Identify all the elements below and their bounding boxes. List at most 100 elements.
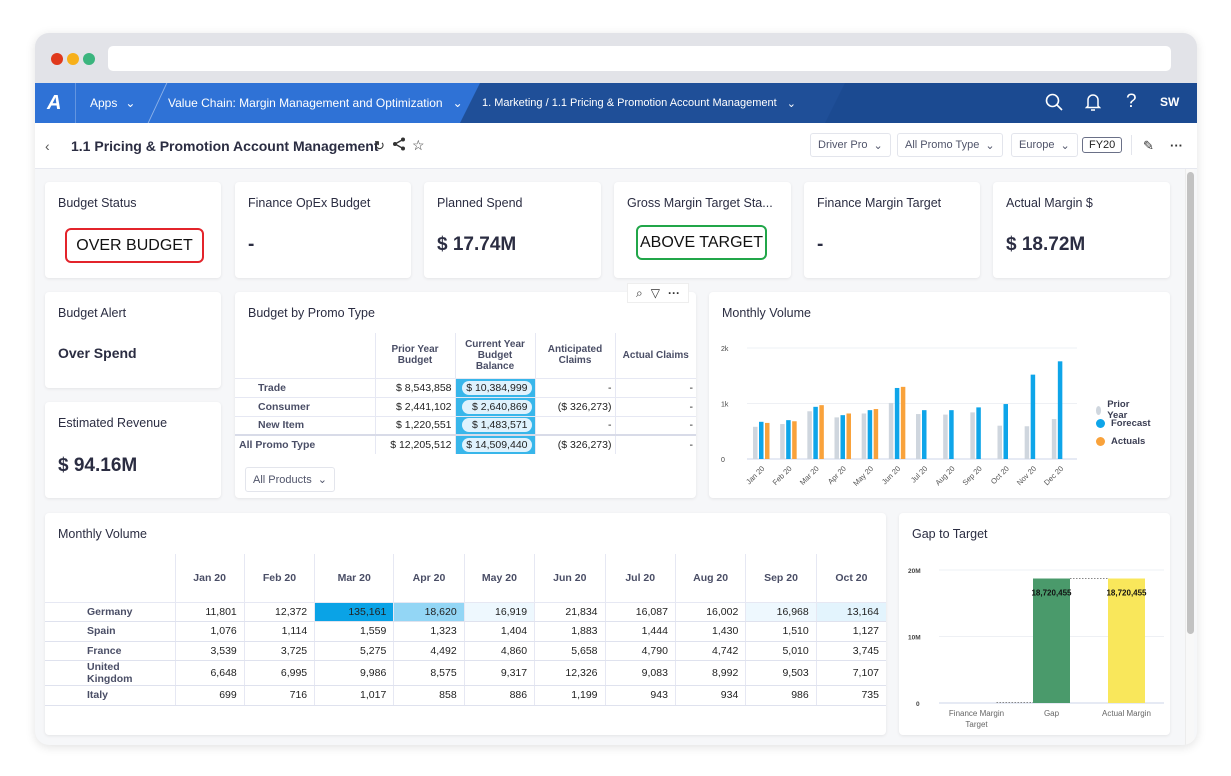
table-cell[interactable]: 4,790 xyxy=(604,641,676,661)
table-cell[interactable]: 1,430 xyxy=(674,621,746,642)
table-cell[interactable]: 7,107 xyxy=(815,660,886,686)
apps-menu[interactable]: Apps ⌄ xyxy=(90,83,135,123)
table-cell[interactable]: 1,883 xyxy=(534,621,606,642)
bar-actuals xyxy=(792,421,797,459)
table-cell[interactable]: 9,317 xyxy=(463,660,535,686)
more-options-icon[interactable]: ··· xyxy=(668,286,680,300)
bar-forecast xyxy=(786,420,791,459)
table-cell[interactable]: 9,986 xyxy=(314,660,394,686)
table-cell[interactable]: 9,503 xyxy=(745,660,817,686)
table-cell[interactable]: 16,087 xyxy=(604,602,676,622)
close-window-dot[interactable] xyxy=(51,53,63,65)
month-column-header[interactable]: Jul 20 xyxy=(604,554,676,603)
month-column-header[interactable]: Jun 20 xyxy=(534,554,606,603)
table-cell[interactable]: 6,648 xyxy=(174,660,245,686)
breadcrumb-value-chain[interactable]: Value Chain: Margin Management and Optim… xyxy=(168,83,463,123)
legend-item[interactable]: Forecast xyxy=(1096,418,1151,429)
filter-driver[interactable]: Driver Pro ⌄ xyxy=(810,133,891,157)
filter-region[interactable]: Europe ⌄ xyxy=(1011,133,1078,157)
table-cell[interactable]: 5,658 xyxy=(534,641,606,661)
table-cell[interactable]: 716 xyxy=(243,685,315,706)
month-column-header[interactable]: Oct 20 xyxy=(815,554,886,603)
table-cell[interactable]: 1,076 xyxy=(174,621,245,642)
bar-forecast xyxy=(1057,361,1063,459)
table-cell[interactable]: 1,559 xyxy=(314,621,394,642)
table-cell[interactable]: 6,995 xyxy=(243,660,315,686)
table-cell[interactable]: 16,002 xyxy=(674,602,746,622)
table-cell[interactable]: 12,326 xyxy=(534,660,606,686)
edit-icon[interactable]: ✎ xyxy=(1143,138,1154,154)
anaplan-logo-icon[interactable]: A xyxy=(47,83,61,123)
bar-forecast xyxy=(922,410,927,459)
month-column-header[interactable]: Aug 20 xyxy=(674,554,746,603)
table-cell[interactable]: 3,539 xyxy=(174,641,245,661)
table-cell[interactable]: 699 xyxy=(174,685,245,706)
bell-icon[interactable] xyxy=(1084,93,1102,116)
table-cell[interactable]: 9,083 xyxy=(604,660,676,686)
table-cell[interactable]: 11,801 xyxy=(174,602,245,622)
filter-icon[interactable]: ▽ xyxy=(651,286,660,300)
country-label: United Kingdom xyxy=(45,660,175,686)
back-icon[interactable]: ‹ xyxy=(45,138,50,154)
table-cell[interactable]: 8,575 xyxy=(393,660,465,686)
table-cell[interactable]: 3,725 xyxy=(243,641,315,661)
products-filter[interactable]: All Products ⌄ xyxy=(245,467,335,492)
fiscal-year-selector[interactable]: FY20 xyxy=(1082,137,1123,153)
table-cell[interactable]: 13,164 xyxy=(815,602,886,622)
table-cell[interactable]: 1,127 xyxy=(815,621,886,642)
star-icon[interactable]: ☆ xyxy=(412,137,425,154)
search-icon[interactable] xyxy=(1045,93,1063,116)
table-cell[interactable]: 18,620 xyxy=(393,602,465,622)
refresh-icon[interactable]: ↻ xyxy=(374,138,385,154)
table-cell[interactable]: 735 xyxy=(815,685,886,706)
table-cell[interactable]: 3,745 xyxy=(815,641,886,661)
table-cell[interactable]: 12,372 xyxy=(243,602,315,622)
table-cell[interactable]: 1,017 xyxy=(314,685,394,706)
table-cell[interactable]: 934 xyxy=(674,685,746,706)
address-bar[interactable] xyxy=(108,46,1171,71)
month-column-header[interactable]: Apr 20 xyxy=(393,554,465,603)
table-cell[interactable]: 4,860 xyxy=(463,641,535,661)
table-cell[interactable]: 21,834 xyxy=(534,602,606,622)
table-cell[interactable]: 135,161 xyxy=(314,602,394,622)
month-column-header[interactable]: May 20 xyxy=(463,554,535,603)
search-icon[interactable]: ⌕ xyxy=(636,286,643,301)
table-cell[interactable]: 858 xyxy=(393,685,465,706)
table-cell[interactable]: 1,510 xyxy=(745,621,817,642)
table-cell[interactable]: 943 xyxy=(604,685,676,706)
table-cell[interactable]: 5,010 xyxy=(745,641,817,661)
breadcrumb-page[interactable]: 1. Marketing / 1.1 Pricing & Promotion A… xyxy=(482,83,796,123)
table-cell[interactable]: 1,114 xyxy=(243,621,315,642)
month-column-header[interactable]: Jan 20 xyxy=(174,554,245,603)
table-cell[interactable]: 4,742 xyxy=(674,641,746,661)
monthly-volume-chart-card: Monthly Volume 0 1k 2k Jan 20 Feb 20 Mar 20 Ap… xyxy=(709,292,1170,498)
table-cell[interactable]: 5,275 xyxy=(314,641,394,661)
month-column-header[interactable]: Feb 20 xyxy=(243,554,315,603)
budget-balance-pill: $ 14,509,440 xyxy=(461,438,532,452)
month-column-header[interactable]: Sep 20 xyxy=(745,554,817,603)
table-cell[interactable]: 1,444 xyxy=(604,621,676,642)
maximize-window-dot[interactable] xyxy=(83,53,95,65)
kpi-actual-margin: Actual Margin $ $ 18.72M xyxy=(993,182,1170,278)
table-cell[interactable]: 16,919 xyxy=(463,602,535,622)
help-icon[interactable]: ? xyxy=(1126,91,1137,113)
table-cell[interactable]: 4,492 xyxy=(393,641,465,661)
minimize-window-dot[interactable] xyxy=(67,53,79,65)
table-cell[interactable]: 1,323 xyxy=(393,621,465,642)
table-row: Germany 11,801 12,372 135,161 18,620 16,919 21… xyxy=(45,602,886,622)
user-avatar[interactable]: SW xyxy=(1160,95,1179,109)
legend-item[interactable]: Actuals xyxy=(1096,436,1145,447)
table-cell[interactable]: 1,199 xyxy=(534,685,606,706)
table-cell[interactable]: 16,968 xyxy=(745,602,817,622)
country-label: Spain xyxy=(45,621,175,642)
more-options-icon[interactable]: ··· xyxy=(1170,138,1183,153)
scrollbar-thumb[interactable] xyxy=(1187,172,1194,634)
filter-promo-type[interactable]: All Promo Type ⌄ xyxy=(897,133,1003,157)
vertical-scrollbar[interactable] xyxy=(1185,169,1194,745)
table-cell[interactable]: 986 xyxy=(745,685,817,706)
table-cell[interactable]: 1,404 xyxy=(463,621,535,642)
share-icon[interactable] xyxy=(392,137,406,156)
month-column-header[interactable]: Mar 20 xyxy=(314,554,394,603)
table-cell[interactable]: 886 xyxy=(463,685,535,706)
table-cell[interactable]: 8,992 xyxy=(674,660,746,686)
